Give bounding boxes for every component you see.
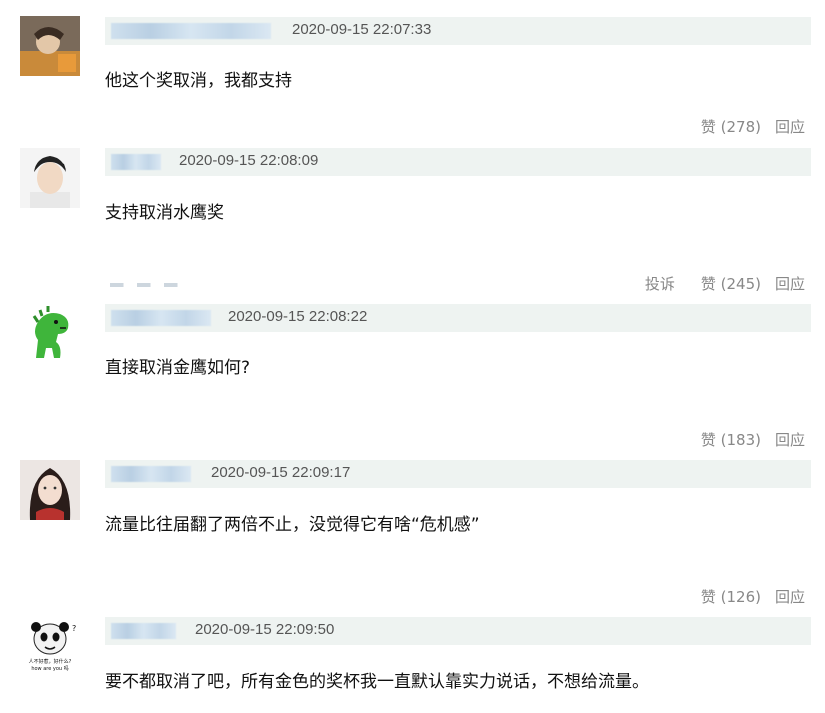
comment-meta: 2020-09-15 22:09:50 [105, 617, 811, 645]
avatar-meme-caption: 人不好惹，好什么? how are you 吗 [28, 659, 72, 672]
like-button[interactable]: 赞 (126) [701, 588, 761, 606]
comment-date: 2020-09-15 22:07:33 [292, 21, 432, 38]
username-blurred[interactable] [111, 23, 271, 39]
user-avatar-icon [20, 460, 80, 520]
username-blurred[interactable] [111, 310, 211, 326]
reply-button[interactable]: 回应 [775, 588, 805, 606]
username-blurred[interactable] [111, 466, 191, 482]
like-button[interactable]: 赞 (245) [701, 275, 761, 293]
avatar[interactable] [20, 16, 80, 76]
comment-meta: 2020-09-15 22:09:17 [105, 460, 811, 488]
avatar[interactable] [20, 460, 80, 520]
username-blurred[interactable] [111, 154, 161, 170]
comment-date: 2020-09-15 22:09:17 [211, 464, 351, 481]
report-button[interactable]: 投诉 [645, 275, 675, 293]
avatar[interactable] [20, 302, 80, 362]
dinosaur-avatar-icon [20, 302, 80, 362]
user-avatar-icon [20, 16, 80, 76]
comment-meta: 2020-09-15 22:08:09 [105, 148, 811, 176]
comment-actions: 赞 (183) 回应 [687, 429, 805, 450]
svg-text:?: ? [72, 624, 76, 633]
blurred-fragment [110, 283, 200, 287]
reply-button[interactable]: 回应 [775, 118, 805, 136]
comment-date: 2020-09-15 22:09:50 [195, 621, 335, 638]
comment-text: 直接取消金鹰如何? [105, 358, 251, 378]
comment-actions: 赞 (278) 回应 [687, 116, 805, 137]
comment-date: 2020-09-15 22:08:09 [179, 152, 319, 169]
like-button[interactable]: 赞 (183) [701, 431, 761, 449]
comment-text: 他这个奖取消，我都支持 [105, 71, 292, 91]
comment-date: 2020-09-15 22:08:22 [228, 308, 368, 325]
reply-button[interactable]: 回应 [775, 431, 805, 449]
comment-meta: 2020-09-15 22:08:22 [105, 304, 811, 332]
avatar[interactable] [20, 148, 80, 208]
comment-actions: 投诉 赞 (245) 回应 [631, 273, 805, 294]
comment-text: 流量比往届翻了两倍不止，没觉得它有啥“危机感” [105, 515, 480, 535]
comment-text: 支持取消水鹰奖 [105, 203, 224, 223]
reply-button[interactable]: 回应 [775, 275, 805, 293]
avatar[interactable]: ? 人不好惹，好什么? how are you 吗 [20, 617, 80, 677]
username-blurred[interactable] [111, 623, 176, 639]
comment-actions: 赞 (126) 回应 [687, 586, 805, 607]
comment-meta: 2020-09-15 22:07:33 [105, 17, 811, 45]
comment-text: 要不都取消了吧，所有金色的奖杯我一直默认靠实力说话，不想给流量。 [105, 672, 649, 692]
user-avatar-icon [20, 148, 80, 208]
like-button[interactable]: 赞 (278) [701, 118, 761, 136]
